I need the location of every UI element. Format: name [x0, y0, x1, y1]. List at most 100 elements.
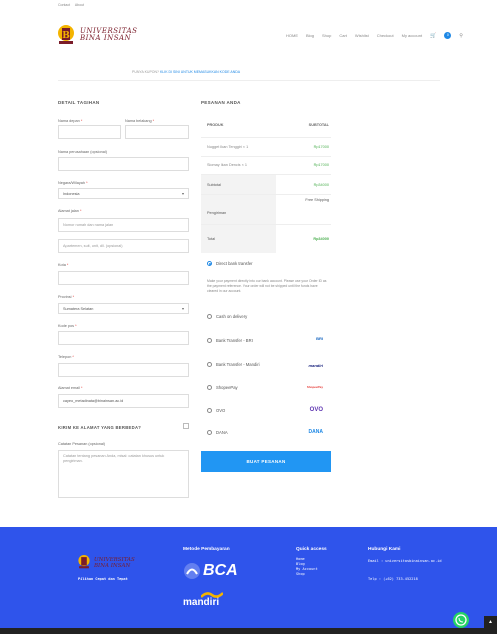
shipping-label: Pengiriman — [207, 211, 227, 215]
postcode-input[interactable] — [58, 331, 189, 345]
street2-input[interactable]: Apartemen, suit, unit, dll. (opsional) — [58, 239, 189, 253]
payment-option-cod[interactable]: Cash on delivery — [207, 314, 247, 319]
footer-phone: Telp : (+62) 733-452218 — [368, 577, 418, 581]
scroll-to-top-icon[interactable]: ▲ — [484, 616, 497, 628]
footer-link-shop[interactable]: Shop — [296, 572, 318, 577]
notes-label: Catatan Pesanan (opsional) — [58, 442, 106, 446]
dana-logo-icon: DANA — [308, 429, 323, 435]
nav-shop[interactable]: Shop — [322, 33, 331, 38]
phone-input[interactable] — [58, 363, 189, 377]
order-title: PESANAN ANDA — [201, 100, 241, 105]
university-crest-icon: B — [56, 24, 76, 46]
bca-mark-icon — [184, 563, 200, 579]
payment-label: Cash on delivery — [216, 314, 248, 319]
site-header: B UNIVERSITAS BINA INSAN HOME Blog Shop … — [0, 10, 497, 52]
chevron-down-icon: ▾ — [181, 306, 184, 311]
item-name: Nugget Ikan Tenggiri × 1 — [207, 145, 249, 149]
ovo-logo-icon: OVO — [309, 407, 323, 413]
table-row: Nugget Ikan Tenggiri × 1 Rp17000 — [201, 138, 331, 157]
search-icon[interactable]: ⚲ — [459, 33, 463, 39]
payment-option-bri[interactable]: Bank Transfer - BRI — [207, 338, 253, 343]
nav-blog[interactable]: Blog — [306, 33, 314, 38]
footer-crest-icon — [77, 554, 91, 575]
payment-option-bank-transfer[interactable]: Direct bank transfer — [207, 261, 253, 266]
nav-my-account[interactable]: My account — [402, 33, 422, 38]
street-label: Alamat jalan * — [58, 209, 82, 213]
street2-placeholder: Apartemen, suit, unit, dll. (opsional) — [63, 244, 123, 248]
radio[interactable] — [207, 408, 212, 413]
radio[interactable] — [207, 362, 212, 367]
place-order-button[interactable]: BUAT PESANAN — [201, 451, 331, 472]
item-price: Rp17000 — [313, 145, 329, 149]
subtotal-value: Rp34000 — [313, 183, 329, 187]
cart-count-badge: 0 — [444, 32, 452, 39]
company-label: Nama perusahaan (opsional) — [58, 150, 107, 154]
payment-label: Bank Transfer - BRI — [216, 338, 253, 343]
mandiri-logo: mandiri — [183, 591, 243, 611]
country-value: Indonesia — [63, 191, 80, 196]
bottom-bar — [0, 628, 497, 634]
cart-icon[interactable]: 🛒 — [430, 33, 436, 39]
payment-option-shopeepay[interactable]: ShopeePay — [207, 385, 238, 390]
whatsapp-icon[interactable] — [453, 612, 469, 628]
phone-label: Telepon * — [58, 355, 74, 359]
nav-home[interactable]: HOME — [286, 33, 298, 38]
table-row: Siomay Ikan Dencis × 1 Rp17000 — [201, 157, 331, 175]
city-input[interactable] — [58, 271, 189, 285]
province-label: Provinsi * — [58, 295, 75, 299]
city-label: Kota * — [58, 263, 69, 267]
country-label: Negara/Wilayah * — [58, 181, 88, 185]
brand-line-2: BINA INSAN — [80, 34, 132, 42]
street-input[interactable]: Nomor rumah dan nama jalan — [58, 218, 189, 232]
col-subtotal: SUBTOTAL — [308, 123, 329, 127]
divider — [58, 80, 440, 81]
payment-option-dana[interactable]: DANA — [207, 430, 228, 435]
radio[interactable] — [207, 338, 212, 343]
billing-title: DETAIL TAGIHAN — [58, 100, 100, 105]
nav-wishlist[interactable]: Wishlist — [355, 33, 369, 38]
payment-label: ShopeePay — [216, 385, 238, 390]
nav-cart[interactable]: Cart — [339, 33, 347, 38]
radio-selected[interactable] — [207, 261, 212, 266]
footer-quick-links: Home Blog My Account Shop — [296, 557, 318, 577]
site-logo[interactable]: B UNIVERSITAS BINA INSAN — [56, 24, 137, 46]
top-link-contact[interactable]: Contact — [58, 3, 70, 7]
payment-label: Bank Transfer - Mandiri — [216, 362, 260, 367]
postcode-label: Kode pos * — [58, 324, 77, 328]
site-footer: UNIVERSITAS BINA INSAN Pilihan Cepat dan… — [0, 527, 497, 628]
top-bar: Contact About — [0, 0, 497, 10]
radio[interactable] — [207, 314, 212, 319]
footer-quick-title: Quick access — [296, 547, 327, 552]
payment-option-ovo[interactable]: OVO — [207, 408, 225, 413]
first-name-label: Nama depan * — [58, 119, 83, 123]
mandiri-logo-icon: mandiri — [308, 363, 323, 368]
footer-contact-title: Hubungi Kami — [368, 547, 401, 552]
company-input[interactable] — [58, 157, 189, 171]
item-price: Rp17000 — [313, 163, 329, 167]
radio[interactable] — [207, 385, 212, 390]
footer-brand: UNIVERSITAS BINA INSAN — [94, 557, 135, 569]
first-name-input[interactable] — [58, 125, 121, 139]
bri-logo-icon: BRI — [316, 336, 323, 341]
payment-option-mandiri[interactable]: Bank Transfer - Mandiri — [207, 362, 260, 367]
top-link-about[interactable]: About — [75, 3, 84, 7]
svg-text:B: B — [62, 31, 70, 41]
shipping-row: Pengiriman Free Shipping — [201, 195, 331, 225]
email-label: Alamat email * — [58, 386, 83, 390]
order-header-row: PRODUK SUBTOTAL — [201, 114, 331, 138]
nav-checkout[interactable]: Checkout — [377, 33, 394, 38]
email-input[interactable]: cayeo_metadinata@binainsan.ac.id — [58, 394, 189, 408]
brand-name: UNIVERSITAS BINA INSAN — [80, 28, 137, 42]
coupon-link[interactable]: KLIK DI SINI UNTUK MEMASUKKAN KODE ANDA — [160, 70, 240, 74]
last-name-input[interactable] — [125, 125, 189, 139]
ship-different-checkbox[interactable] — [183, 423, 189, 429]
notes-placeholder: Catatan tentang pesanan Anda, misal: cat… — [63, 454, 165, 463]
province-value: Sumatera Selatan — [63, 306, 94, 311]
radio[interactable] — [207, 430, 212, 435]
order-notes-textarea[interactable]: Catatan tentang pesanan Anda, misal: cat… — [58, 450, 189, 498]
footer-email: Email : universitasbinainsan.ac.id — [368, 559, 442, 563]
total-value: Rp34000 — [313, 237, 329, 241]
country-select[interactable]: Indonesia ▾ — [58, 188, 189, 199]
province-select[interactable]: Sumatera Selatan ▾ — [58, 303, 189, 314]
shopeepay-logo-icon: ShopeePay — [306, 385, 323, 389]
